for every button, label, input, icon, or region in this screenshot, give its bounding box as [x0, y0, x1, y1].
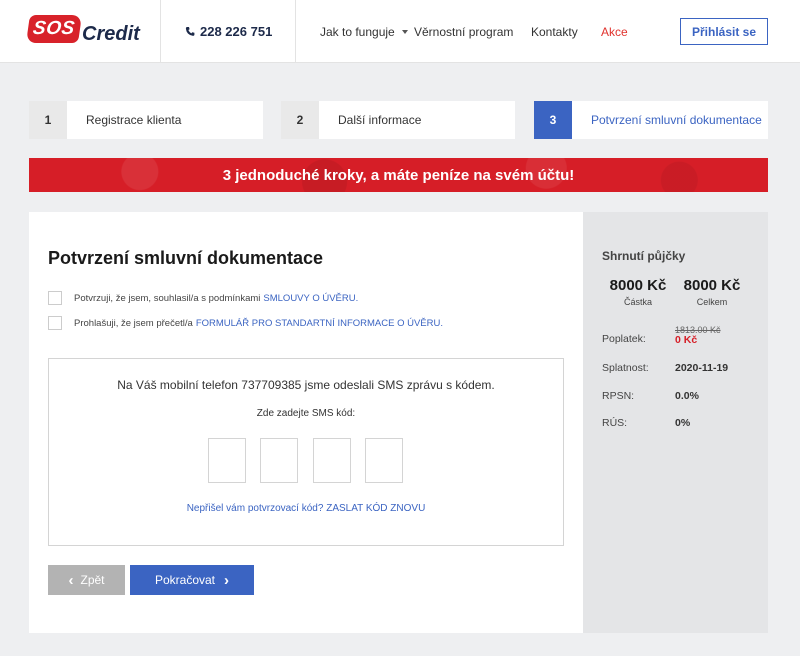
header-divider — [295, 0, 296, 63]
nav-promo[interactable]: Akce — [601, 25, 628, 39]
chevron-right-icon: › — [224, 571, 230, 589]
nav-label: Akce — [601, 25, 628, 39]
step-3: 3 Potvrzení smluvní dokumentace — [534, 101, 768, 139]
summary-title: Shrnutí půjčky — [602, 249, 686, 263]
back-button[interactable]: ‹ Zpět — [48, 565, 125, 595]
fee-new-value: 0 Kč — [675, 334, 698, 346]
contract-consent-row: Potvrzuji, že jsem, souhlasil/a s podmín… — [48, 291, 358, 305]
rus-value: 0% — [675, 417, 691, 429]
sms-message: Na Váš mobilní telefon 737709385 jsme od… — [117, 378, 495, 392]
logo-badge-text: SOS — [31, 18, 77, 39]
sos-credit-logo[interactable]: SOS Credit — [26, 15, 140, 47]
total-value: 8000 Kč — [683, 277, 741, 294]
sms-code-digit-3[interactable] — [313, 438, 351, 483]
nav-label: Jak to funguje — [320, 25, 395, 39]
chevron-left-icon: ‹ — [68, 571, 74, 589]
contract-link[interactable]: SMLOUVY O ÚVĚRU. — [263, 293, 358, 304]
login-button[interactable]: Přihlásit se — [680, 18, 768, 45]
info-form-consent-row: Prohlašuji, že jsem přečetl/a FORMULÁŘ P… — [48, 316, 443, 330]
banner-text: 3 jednoduché kroky, a máte peníze na své… — [222, 166, 575, 184]
amount-label: Částka — [623, 297, 652, 307]
consent-text: Prohlašuji, že jsem přečetl/a — [74, 317, 193, 329]
nav-label: Kontakty — [531, 25, 578, 39]
promo-banner: 3 jednoduché kroky, a máte peníze na své… — [29, 158, 768, 192]
contract-consent-checkbox[interactable] — [48, 291, 62, 305]
rus-label: RÚS: — [602, 417, 628, 429]
step-number: 1 — [29, 101, 67, 139]
sms-code-label: Zde zadejte SMS kód: — [256, 408, 356, 419]
rpsn-label: RPSN: — [602, 390, 635, 402]
header-divider — [160, 0, 161, 63]
due-label: Splatnost: — [602, 362, 649, 374]
step-label: Registrace klienta — [86, 113, 182, 127]
site-header: SOS Credit 228 226 751 Jak to funguje Vě… — [0, 0, 800, 63]
amount-value: 8000 Kč — [609, 277, 667, 294]
sms-code-digit-4[interactable] — [365, 438, 403, 483]
rpsn-value: 0.0% — [675, 390, 699, 402]
sms-code-digit-1[interactable] — [208, 438, 246, 483]
back-label: Zpět — [80, 573, 105, 587]
page-title: Potvrzení smluvní dokumentace — [48, 248, 324, 268]
step-2: 2 Další informace — [281, 101, 515, 139]
fee-label: Poplatek: — [602, 333, 646, 345]
logo-badge: SOS — [26, 15, 82, 43]
sms-verification-box: Na Váš mobilní telefon 737709385 jsme od… — [48, 358, 564, 546]
step-number: 2 — [281, 101, 319, 139]
step-1: 1 Registrace klienta — [29, 101, 263, 139]
continue-label: Pokračovat — [154, 573, 216, 587]
nav-how-it-works[interactable]: Jak to funguje — [320, 25, 408, 39]
phone-number: 228 226 751 — [200, 24, 273, 39]
loan-summary: Shrnutí půjčky 8000 Kč Částka 8000 Kč Ce… — [583, 212, 768, 633]
amount-block: 8000 Kč Částka — [598, 277, 678, 307]
nav-label: Věrnostní program — [414, 25, 514, 39]
continue-button[interactable]: Pokračovat › — [130, 565, 254, 595]
info-form-link[interactable]: FORMULÁŘ PRO STANDARTNÍ INFORMACE O ÚVĚR… — [196, 318, 443, 329]
logo-word: Credit — [82, 23, 140, 45]
step-label: Potvrzení smluvní dokumentace — [591, 113, 762, 127]
main-panel: Potvrzení smluvní dokumentace Potvrzuji,… — [29, 212, 583, 633]
phone-icon — [185, 27, 195, 36]
total-block: 8000 Kč Celkem — [672, 277, 752, 307]
info-form-consent-checkbox[interactable] — [48, 316, 62, 330]
resend-code-link[interactable]: Nepřišel vám potvrzovací kód? ZASLAT KÓD… — [49, 503, 563, 514]
consent-text: Potvrzuji, že jsem, souhlasil/a s podmín… — [74, 292, 261, 304]
due-value: 2020-11-19 — [675, 362, 729, 374]
chevron-down-icon — [401, 30, 408, 34]
nav-contacts[interactable]: Kontakty — [531, 25, 578, 39]
total-label: Celkem — [696, 297, 728, 307]
nav-loyalty-program[interactable]: Věrnostní program — [414, 25, 513, 39]
step-label: Další informace — [338, 113, 422, 127]
phone-link[interactable]: 228 226 751 — [185, 24, 272, 39]
sms-code-digit-2[interactable] — [260, 438, 298, 483]
step-number: 3 — [534, 101, 572, 139]
